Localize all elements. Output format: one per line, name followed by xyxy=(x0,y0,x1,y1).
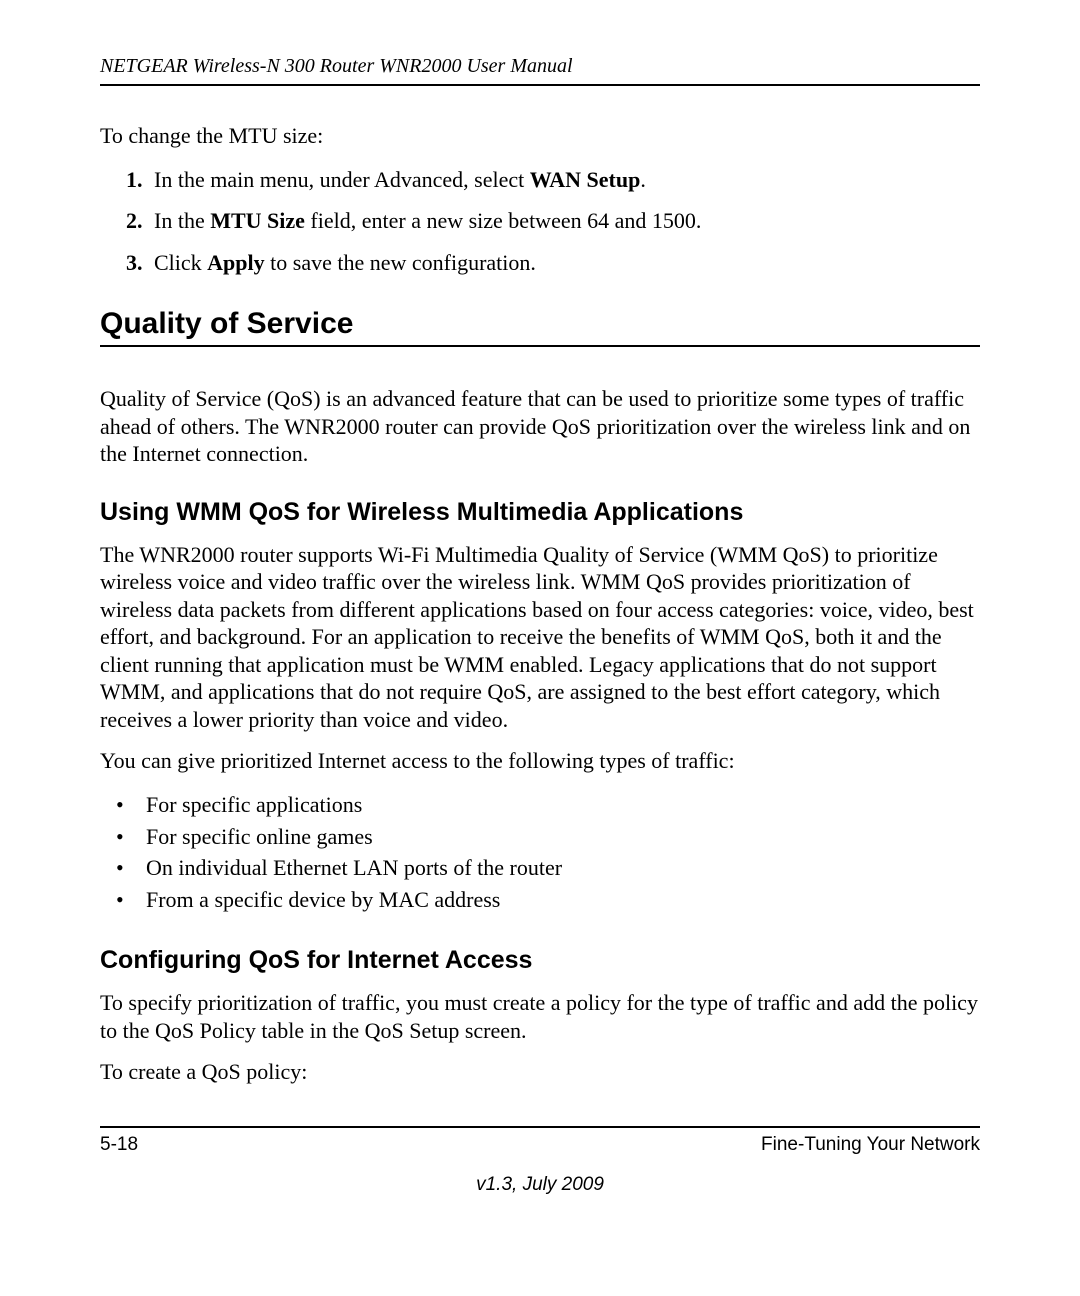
step-1-pre: In the main menu, under Advanced, select xyxy=(154,167,530,192)
step-3: Click Apply to save the new configuratio… xyxy=(126,247,980,279)
bullet-item: For specific online games xyxy=(116,821,980,853)
step-1: In the main menu, under Advanced, select… xyxy=(126,164,980,196)
step-2: In the MTU Size field, enter a new size … xyxy=(126,205,980,237)
bullet-item: For specific applications xyxy=(116,789,980,821)
step-3-pre: Click xyxy=(154,250,207,275)
step-3-bold: Apply xyxy=(207,250,264,275)
bullet-item: On individual Ethernet LAN ports of the … xyxy=(116,852,980,884)
configqos-paragraph-1: To specify prioritization of traffic, yo… xyxy=(100,989,980,1044)
step-2-bold: MTU Size xyxy=(210,208,305,233)
step-1-bold: WAN Setup xyxy=(530,167,641,192)
wmm-paragraph-1: The WNR2000 router supports Wi-Fi Multim… xyxy=(100,541,980,734)
running-header: NETGEAR Wireless-N 300 Router WNR2000 Us… xyxy=(100,55,980,86)
wmm-paragraph-2: You can give prioritized Internet access… xyxy=(100,747,980,775)
heading-wmm: Using WMM QoS for Wireless Multimedia Ap… xyxy=(100,498,980,527)
page-footer: 5-18 Fine-Tuning Your Network v1.3, July… xyxy=(100,1126,980,1196)
footer-section-name: Fine-Tuning Your Network xyxy=(761,1134,980,1156)
footer-version: v1.3, July 2009 xyxy=(100,1174,980,1196)
bullet-item: From a specific device by MAC address xyxy=(116,884,980,916)
step-1-post: . xyxy=(640,167,646,192)
mtu-lead: To change the MTU size: xyxy=(100,122,980,150)
footer-page-number: 5-18 xyxy=(100,1134,138,1156)
step-2-pre: In the xyxy=(154,208,210,233)
footer-rule xyxy=(100,1126,980,1128)
configqos-paragraph-2: To create a QoS policy: xyxy=(100,1058,980,1086)
qos-paragraph: Quality of Service (QoS) is an advanced … xyxy=(100,385,980,468)
heading-qos: Quality of Service xyxy=(100,307,980,347)
mtu-steps: In the main menu, under Advanced, select… xyxy=(126,164,980,280)
step-2-post: field, enter a new size between 64 and 1… xyxy=(305,208,701,233)
page: NETGEAR Wireless-N 300 Router WNR2000 Us… xyxy=(0,0,1080,1296)
step-3-post: to save the new configuration. xyxy=(265,250,536,275)
heading-config-qos: Configuring QoS for Internet Access xyxy=(100,946,980,975)
wmm-bullet-list: For specific applications For specific o… xyxy=(116,789,980,917)
